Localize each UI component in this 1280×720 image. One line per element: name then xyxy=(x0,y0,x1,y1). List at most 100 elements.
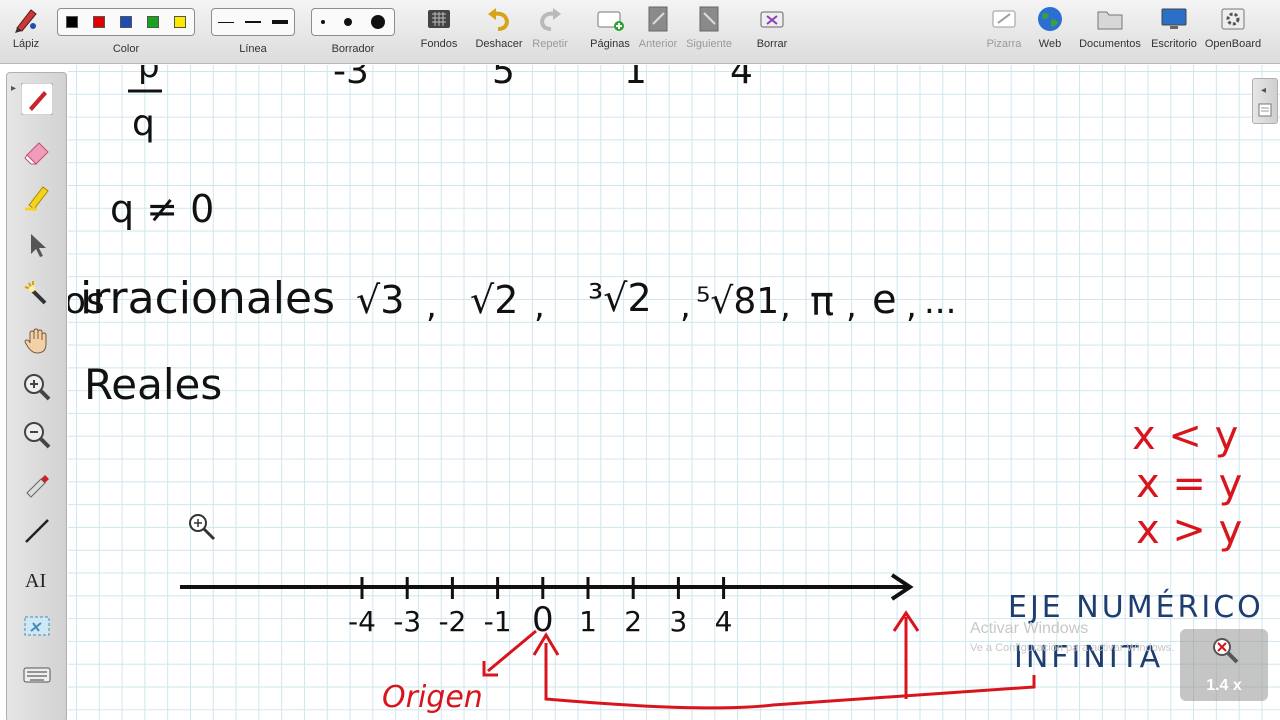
top-number-1: -3 xyxy=(333,65,369,92)
eraser-medium-option[interactable] xyxy=(343,18,352,26)
top-number-3: 1 xyxy=(624,65,647,92)
fraction-numerator: p xyxy=(138,65,160,86)
axis-strokes: -4 -3 -2 -1 0 1 2 3 4 xyxy=(180,577,908,640)
color-palette xyxy=(57,8,195,36)
line-medium-option[interactable] xyxy=(244,21,261,23)
infinite-bracket-arrow xyxy=(544,643,1036,710)
ellipsis: ... xyxy=(924,282,956,322)
openboard-menu-button[interactable]: OpenBoard xyxy=(1203,4,1263,62)
main-toolbar: Lápiz Color Línea Borrador Fondos Deshac… xyxy=(0,0,1280,64)
eraser-large-option[interactable] xyxy=(370,15,385,29)
fraction-denominator: q xyxy=(132,103,155,144)
pointer-icon[interactable] xyxy=(21,229,53,261)
next-page-icon xyxy=(699,6,719,32)
backgrounds-button[interactable]: Fondos xyxy=(417,4,461,62)
right-panel-toggle[interactable]: ◂ xyxy=(1252,78,1278,124)
watermark-title: Activar Windows xyxy=(970,620,1089,637)
irrational-pi: π xyxy=(810,279,834,325)
text-tool-icon[interactable]: AI xyxy=(21,563,53,595)
previous-page-button[interactable]: Anterior xyxy=(636,4,680,62)
backgrounds-label: Fondos xyxy=(420,38,458,50)
eraser-label: Borrador xyxy=(331,43,375,55)
line-label: Línea xyxy=(239,43,267,55)
line-width-selector xyxy=(211,8,295,36)
documents-button[interactable]: Documentos xyxy=(1076,4,1144,62)
previous-page-icon xyxy=(648,6,668,32)
pencil-label: Lápiz xyxy=(12,38,40,50)
pen-icon[interactable] xyxy=(21,83,53,115)
next-page-button[interactable]: Siguiente xyxy=(684,4,734,62)
keyboard-icon[interactable] xyxy=(21,659,53,691)
redo-button[interactable]: Repetir xyxy=(530,4,570,62)
origin-label: Origen xyxy=(382,680,483,715)
clear-label: Borrar xyxy=(756,38,788,50)
palette-collapse-arrow-icon[interactable]: ▸ xyxy=(11,83,16,94)
zoom-level-badge: 1.4 x xyxy=(1180,629,1268,701)
relation-less-than: x < y xyxy=(1132,413,1238,459)
comma-4: , xyxy=(780,286,791,326)
zoom-out-icon[interactable] xyxy=(21,419,53,451)
eraser-small-option[interactable] xyxy=(321,20,326,24)
pencil-icon xyxy=(15,9,37,33)
color-label: Color xyxy=(112,43,140,55)
redo-label: Repetir xyxy=(532,38,568,50)
next-page-label: Siguiente xyxy=(686,38,732,50)
eraser-size-selector xyxy=(311,8,395,36)
line-thin-option[interactable] xyxy=(217,21,234,23)
desktop-button[interactable]: Escritorio xyxy=(1149,4,1199,62)
color-swatch-green[interactable] xyxy=(147,16,160,28)
axis-tick-label: 3 xyxy=(669,605,687,638)
irrational-sqrt2: √2 xyxy=(470,278,518,322)
irrational-cuberoot2: ³√2 xyxy=(588,276,652,320)
whiteboard-canvas[interactable]: -4-3-2-101234 p q -3 5 1 4 q ≠ 0 ros irr… xyxy=(68,65,1280,720)
denominator-condition: q ≠ 0 xyxy=(110,187,214,231)
axis-tick-label: 2 xyxy=(624,605,642,638)
laser-pointer-icon[interactable] xyxy=(21,277,53,309)
color-swatch-red[interactable] xyxy=(92,16,105,28)
capture-icon[interactable] xyxy=(21,611,53,643)
board-mode-button[interactable]: Pizarra xyxy=(984,4,1024,62)
clear-button[interactable]: Borrar xyxy=(752,4,792,62)
undo-icon xyxy=(488,8,510,31)
line-tool-icon[interactable] xyxy=(21,515,53,547)
line-thick-option[interactable] xyxy=(272,20,289,24)
comma-2: , xyxy=(534,286,545,326)
left-tool-palette: ▸ AI xyxy=(6,72,67,720)
right-panel-arrow-icon: ◂ xyxy=(1261,85,1267,96)
pencil-tool-button[interactable]: Lápiz xyxy=(6,4,46,62)
eyedropper-icon[interactable] xyxy=(21,467,53,499)
eraser-icon[interactable] xyxy=(21,135,53,167)
comma-1: , xyxy=(426,286,437,326)
comma-3: , xyxy=(680,286,691,326)
undo-button[interactable]: Deshacer xyxy=(474,4,524,62)
web-button[interactable]: Web xyxy=(1032,4,1068,62)
pages-button[interactable]: Páginas xyxy=(588,4,632,62)
board-label: Pizarra xyxy=(986,38,1022,50)
openboard-label: OpenBoard xyxy=(1204,38,1262,50)
documents-label: Documentos xyxy=(1079,38,1141,50)
color-swatch-black[interactable] xyxy=(65,16,78,28)
zoom-in-icon[interactable] xyxy=(21,371,53,403)
axis-tick-label: 4 xyxy=(715,605,733,638)
irrational-e: e xyxy=(872,277,897,323)
windows-activation-watermark: Activar Windows Ve a Configuración para … xyxy=(970,620,1174,654)
top-number-2: 5 xyxy=(492,65,515,92)
desktop-label: Escritorio xyxy=(1151,38,1197,50)
page-thumbnails-icon xyxy=(1258,103,1272,117)
watermark-subtitle: Ve a Configuración para activar Windows. xyxy=(970,642,1175,654)
undo-label: Deshacer xyxy=(475,38,523,50)
pages-label: Páginas xyxy=(590,38,630,50)
board-icon xyxy=(992,10,1016,28)
highlighter-icon[interactable] xyxy=(21,181,53,213)
color-swatch-blue[interactable] xyxy=(119,16,132,28)
axis-tick-label: -2 xyxy=(438,605,466,638)
redo-icon xyxy=(539,8,561,31)
irrational-fifthroot81: ⁵√81 xyxy=(696,281,779,322)
irrational-sqrt3: √3 xyxy=(356,278,404,322)
top-number-4: 4 xyxy=(730,65,753,92)
color-swatch-yellow[interactable] xyxy=(174,16,187,28)
hand-icon[interactable] xyxy=(21,325,53,357)
settings-gear-icon xyxy=(1221,8,1245,30)
axis-tick-label: -4 xyxy=(348,605,376,638)
web-label: Web xyxy=(1038,38,1062,50)
